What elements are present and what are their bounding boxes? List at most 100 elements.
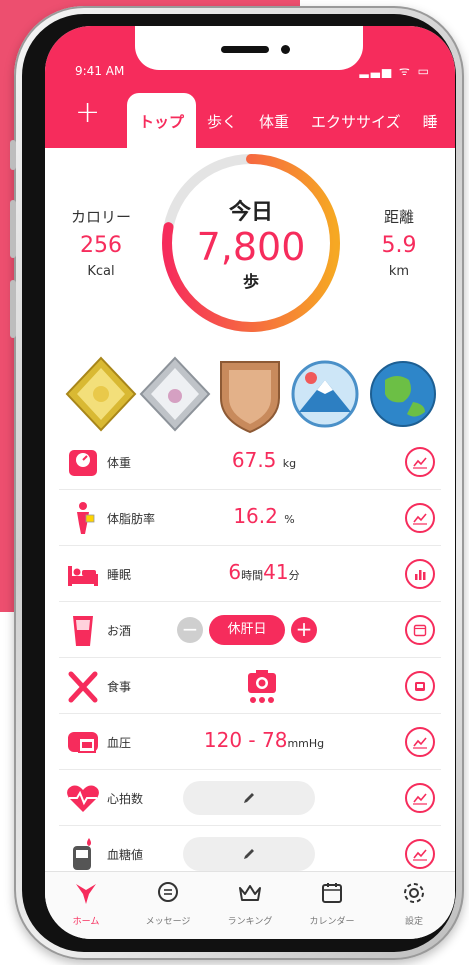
- phone-notch: [135, 26, 363, 70]
- heart-rate-input[interactable]: [183, 781, 315, 815]
- meal-photos-button[interactable]: [405, 671, 435, 701]
- body-fat-chart-button[interactable]: [405, 503, 435, 533]
- calendar-icon: [413, 624, 427, 637]
- tabbar-ranking-label: ランキング: [227, 917, 273, 927]
- tabbar-home-label: ホーム: [72, 917, 100, 927]
- alcohol-calendar-button[interactable]: [405, 615, 435, 645]
- bottom-tab-bar: ホーム メッセージ ランキング カレンダー 設定: [45, 871, 455, 939]
- blood-pressure-chart-button[interactable]: [405, 727, 435, 757]
- blood-pressure-row[interactable]: 血圧 120 - 78mmHg: [59, 714, 441, 770]
- app-screen: 9:41 AM ▂▃▅ ᯤ ▭ + トップ 歩く 体重 エクササイズ 睡 カロリ…: [45, 26, 455, 939]
- glucose-meter-icon: [73, 838, 91, 870]
- status-time: 9:41 AM: [75, 64, 125, 78]
- weight-value-group: 67.5 kg: [179, 448, 349, 472]
- alcohol-row[interactable]: お酒 − 休肝日 +: [59, 602, 441, 658]
- photo-stack-icon: [415, 682, 425, 691]
- calories-label: カロリー: [70, 208, 131, 226]
- sleep-hours-unit: 時間: [241, 569, 264, 582]
- distance-value: 5.9: [381, 233, 417, 258]
- sleep-minutes: 41: [263, 560, 289, 584]
- blood-pressure-monitor-icon: [68, 732, 98, 753]
- alcohol-controls: − 休肝日 +: [177, 613, 317, 647]
- body-fat-icon: [77, 502, 95, 534]
- bed-icon: [68, 566, 98, 586]
- tabbar-ranking[interactable]: ランキング: [214, 880, 286, 939]
- body-fat-value-group: 16.2 %: [179, 504, 349, 528]
- blood-pressure-unit: mmHg: [287, 737, 325, 750]
- heart-rate-chart-button[interactable]: [405, 783, 435, 813]
- weight-label: 体重: [107, 456, 132, 470]
- body-fat-value: 16.2: [233, 504, 278, 528]
- calories-value: 256: [80, 233, 122, 258]
- line-chart-icon: [413, 793, 427, 805]
- tab-exercise[interactable]: エクササイズ: [300, 111, 412, 148]
- distance-stat[interactable]: 距離 5.9 km: [349, 206, 449, 279]
- top-tabs: トップ 歩く 体重 エクササイズ 睡: [127, 92, 449, 148]
- blood-pressure-label: 血圧: [107, 736, 132, 750]
- calories-unit: Kcal: [87, 264, 115, 279]
- calories-stat[interactable]: カロリー 256 Kcal: [51, 206, 151, 279]
- tab-sleep[interactable]: 睡: [412, 111, 449, 148]
- tabbar-messages[interactable]: メッセージ: [132, 880, 204, 939]
- home-icon: [76, 884, 96, 904]
- bar-chart-icon: [415, 570, 426, 580]
- blood-pressure-value: 120 - 78: [203, 728, 288, 752]
- tab-walk[interactable]: 歩く: [196, 111, 248, 148]
- bronze-shield-icon: [220, 361, 280, 434]
- camera-icon[interactable]: [245, 668, 279, 704]
- sleep-chart-button[interactable]: [405, 559, 435, 589]
- weight-value: 67.5: [231, 448, 277, 472]
- fork-knife-icon: [68, 671, 98, 703]
- medals-row[interactable]: [63, 354, 443, 434]
- scale-icon: [69, 450, 97, 476]
- tab-top[interactable]: トップ: [127, 93, 197, 148]
- tabbar-home[interactable]: ホーム: [50, 880, 122, 939]
- meal-row[interactable]: 食事: [59, 658, 441, 714]
- glass-icon: [73, 616, 93, 646]
- tabbar-calendar[interactable]: カレンダー: [296, 880, 368, 939]
- tabbar-calendar-label: カレンダー: [309, 917, 355, 927]
- line-chart-icon: [413, 457, 427, 469]
- heart-rate-label: 心拍数: [107, 792, 144, 806]
- body-fat-unit: %: [284, 513, 295, 526]
- gear-icon: [404, 883, 424, 903]
- gold-medal-icon: [65, 356, 137, 432]
- add-button[interactable]: +: [75, 98, 100, 128]
- liver-rest-day-button[interactable]: 休肝日: [209, 615, 285, 645]
- line-chart-icon: [413, 513, 427, 525]
- sleep-row[interactable]: 睡眠 6時間41分: [59, 546, 441, 602]
- distance-label: 距離: [383, 208, 414, 226]
- earth-badge-icon: [370, 361, 436, 427]
- volume-down-button: [10, 280, 16, 338]
- distance-unit: km: [388, 264, 410, 279]
- heart-rate-icon: [67, 785, 99, 812]
- line-chart-icon: [413, 737, 427, 749]
- body-fat-label: 体脂肪率: [107, 512, 156, 526]
- body-fat-row[interactable]: 体脂肪率 16.2 %: [59, 490, 441, 546]
- silver-medal-icon: [139, 356, 211, 432]
- tabbar-messages-label: メッセージ: [145, 917, 191, 927]
- tab-weight[interactable]: 体重: [248, 111, 300, 148]
- message-icon: [158, 882, 178, 902]
- steps-center: 今日 7,800 歩: [158, 150, 344, 336]
- crown-icon: [239, 885, 261, 901]
- blood-pressure-value-group: 120 - 78mmHg: [179, 728, 349, 752]
- sleep-value-group: 6時間41分: [179, 560, 349, 584]
- calendar-icon: [322, 883, 342, 903]
- sleep-hours: 6: [228, 560, 242, 584]
- weight-row[interactable]: 体重 67.5 kg: [59, 434, 441, 490]
- alcohol-plus-button[interactable]: +: [291, 617, 317, 643]
- line-chart-icon: [413, 849, 427, 861]
- blood-sugar-input[interactable]: [183, 837, 315, 871]
- heart-rate-row[interactable]: 心拍数: [59, 770, 441, 826]
- meal-label: 食事: [107, 680, 132, 694]
- health-records-list: 体重 67.5 kg 体脂肪率 16.2 % 睡眠 6時間41分 お酒 − 休肝…: [45, 434, 455, 882]
- alcohol-minus-button[interactable]: −: [177, 617, 203, 643]
- alcohol-label: お酒: [107, 624, 132, 638]
- blood-sugar-chart-button[interactable]: [405, 839, 435, 869]
- weight-chart-button[interactable]: [405, 447, 435, 477]
- steps-value: 7,800: [196, 225, 306, 269]
- sleep-minutes-unit: 分: [288, 569, 300, 582]
- tabbar-settings[interactable]: 設定: [378, 880, 450, 939]
- mute-button: [10, 140, 16, 170]
